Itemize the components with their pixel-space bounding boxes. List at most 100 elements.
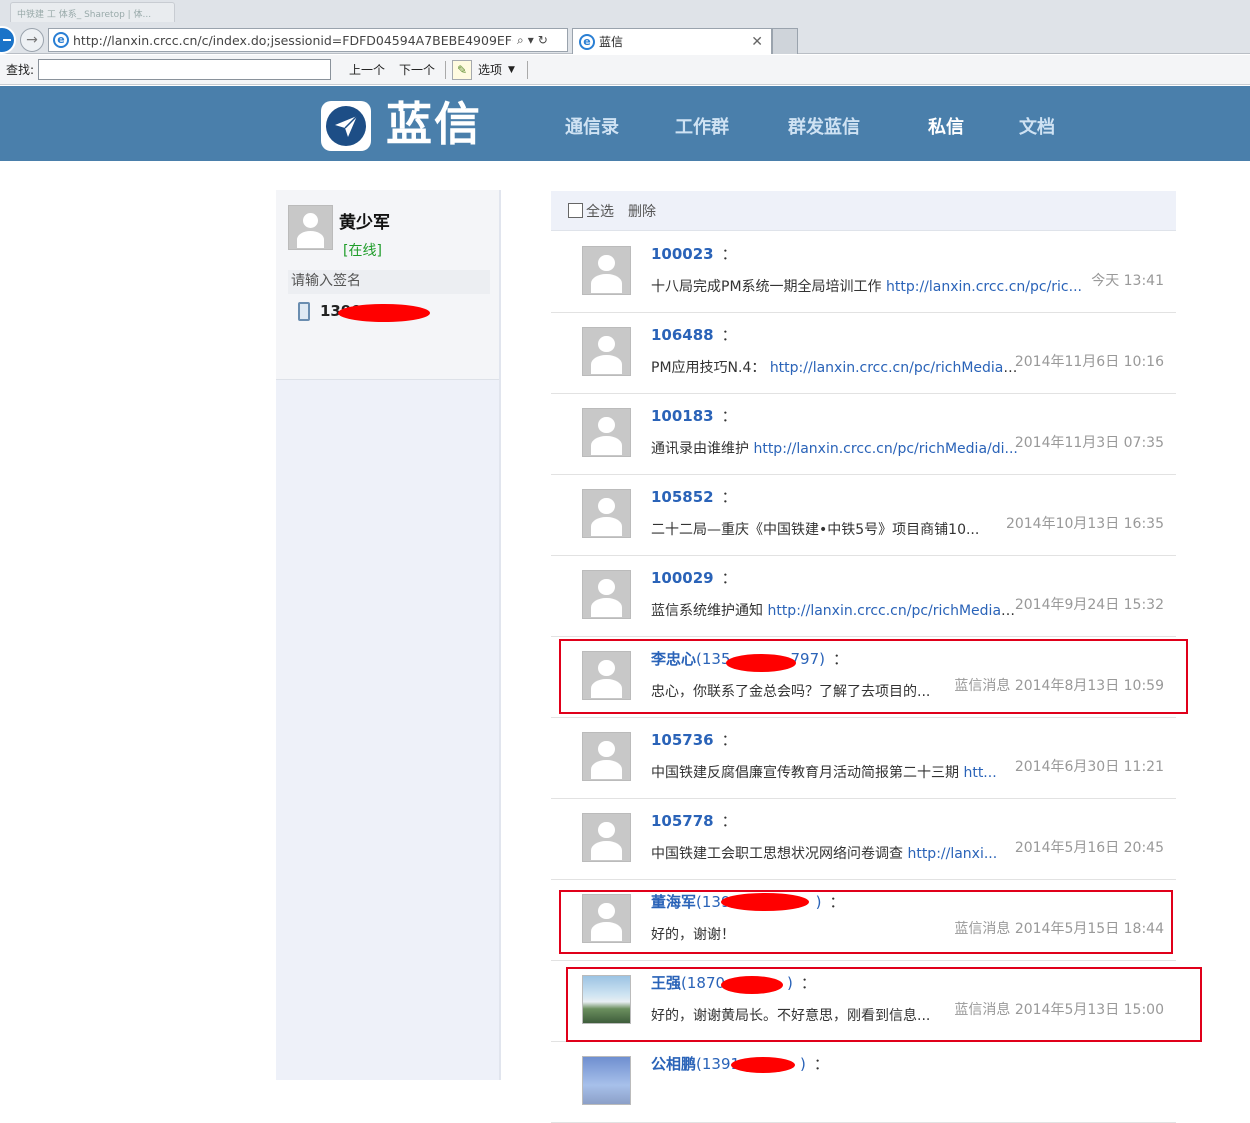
message-row[interactable]: 105852 ： 二十二局—重庆《中国铁建•中铁5号》项目商铺10... 2014… [551, 475, 1176, 556]
message-time: 2014年10月13日 16:35 [1005, 516, 1164, 532]
nav-work-groups[interactable]: 工作群 [675, 86, 729, 161]
colon: ： [721, 326, 737, 344]
sender-avatar[interactable] [582, 327, 631, 376]
message-row[interactable]: 105778 ： 中国铁建工会职工思想状况网络问卷调查 http://lanxi.… [551, 799, 1176, 880]
forward-button[interactable]: → [20, 28, 44, 52]
find-bar: 查找: 上一个 下一个 ✎ 选项 ▼ [0, 55, 1250, 85]
signature-input[interactable]: 请输入签名 [288, 270, 490, 294]
ie-page-icon: e [53, 32, 69, 48]
find-next-button[interactable]: 下一个 [393, 61, 441, 78]
select-all-checkbox[interactable] [568, 203, 583, 218]
tab-label: 蓝信 [599, 35, 624, 49]
colon: ： [721, 569, 737, 587]
user-avatar[interactable] [288, 205, 333, 250]
message-text: 中国铁建工会职工思想状况网络问卷调查 [651, 846, 908, 862]
message-preview[interactable]: 蓝信系统维护通知 http://lanxin.crcc.cn/pc/richMe… [651, 600, 1019, 620]
message-preview[interactable]: 十八局完成PM系统一期全局培训工作 http://lanxin.crcc.cn/… [651, 276, 1091, 296]
colon: ： [721, 488, 737, 506]
browser-toolbar: → e http://lanxin.crcc.cn/c/index.do;jse… [0, 26, 1250, 54]
close-icon[interactable]: ✕ [751, 34, 763, 50]
background-window-tab[interactable]: 中铁建 工 体系_ Sharetop | 体... [10, 2, 175, 22]
highlight-pen-icon[interactable]: ✎ [452, 59, 473, 80]
sender-avatar[interactable] [582, 732, 631, 781]
message-link[interactable]: http://lanxin.crcc.cn/pc/richMedia/... [767, 603, 1019, 619]
sender-name[interactable]: 100023 ： [651, 243, 737, 264]
nav-broadcast[interactable]: 群发蓝信 [788, 86, 860, 161]
sender-name[interactable]: 100029 ： [651, 567, 737, 588]
message-link[interactable]: http://lanxin.crcc.cn/pc/ric... [886, 279, 1082, 295]
colon: ： [813, 1055, 829, 1073]
sender-name[interactable]: 106488 ： [651, 324, 737, 345]
address-bar[interactable]: e http://lanxin.crcc.cn/c/index.do;jsess… [48, 28, 568, 52]
refresh-icon[interactable]: ↻ [538, 33, 548, 47]
sender-label[interactable]: 105736 [651, 731, 714, 749]
new-tab-button[interactable] [772, 28, 798, 54]
options-chevron-down-icon[interactable]: ▼ [508, 65, 515, 75]
back-button[interactable] [0, 26, 16, 54]
message-row[interactable]: 公相鹏(1391)： [551, 1042, 1176, 1123]
sender-name[interactable]: 105778 ： [651, 810, 737, 831]
message-text: 二十二局—重庆《中国铁建•中铁5号》项目商铺10... [651, 522, 980, 538]
redaction-mark [731, 1057, 795, 1073]
colon: ： [721, 245, 737, 263]
message-row[interactable]: 100183 ： 通讯录由谁维护 http://lanxin.crcc.cn/pc… [551, 394, 1176, 475]
mobile-phone-icon [298, 302, 310, 321]
sender-phone-end: ) [800, 1055, 806, 1073]
message-preview[interactable]: 中国铁建工会职工思想状况网络问卷调查 http://lanxi... [651, 843, 1019, 863]
sender-label[interactable]: 100029 [651, 569, 714, 587]
find-prev-button[interactable]: 上一个 [343, 61, 391, 78]
find-options-button[interactable]: 选项 [478, 61, 502, 78]
colon: ： [721, 731, 737, 749]
message-toolbar: 全选 删除 [551, 191, 1176, 231]
highlight-box [559, 890, 1173, 954]
select-all-label[interactable]: 全选 [586, 201, 614, 221]
logo-text: 蓝信 [386, 97, 482, 151]
find-divider [445, 60, 447, 79]
message-time: 今天 13:41 [1091, 273, 1164, 289]
delete-button[interactable]: 删除 [628, 201, 656, 221]
sender-avatar[interactable] [582, 489, 631, 538]
message-preview[interactable]: 通讯录由谁维护 http://lanxin.crcc.cn/pc/richMed… [651, 438, 1019, 458]
search-icon[interactable]: ⌕ [517, 33, 524, 48]
message-text: 通讯录由谁维护 [651, 441, 754, 457]
message-row[interactable]: 105736 ： 中国铁建反腐倡廉宣传教育月活动简报第二十三期 htt... 20… [551, 718, 1176, 799]
message-link[interactable]: http://lanxi... [907, 846, 997, 862]
sender-label[interactable]: 106488 [651, 326, 714, 344]
message-preview[interactable]: 中国铁建反腐倡廉宣传教育月活动简报第二十三期 htt... [651, 762, 1019, 782]
nav-private-messages[interactable]: 私信 [928, 86, 964, 161]
sender-name[interactable]: 105736 ： [651, 729, 737, 750]
address-url[interactable]: http://lanxin.crcc.cn/c/index.do;jsessio… [73, 33, 513, 48]
sender-avatar[interactable] [582, 813, 631, 862]
sender-label[interactable]: 公相鹏 [651, 1055, 696, 1073]
message-text: 十八局完成PM系统一期全局培训工作 [651, 279, 886, 295]
sender-avatar[interactable] [582, 570, 631, 619]
chevron-down-icon[interactable]: ▾ [528, 33, 534, 47]
message-row[interactable]: 106488 ： PM应用技巧N.4： http://lanxin.crcc.cn… [551, 313, 1176, 394]
sender-label[interactable]: 105852 [651, 488, 714, 506]
browser-titlebar: 中铁建 工 体系_ Sharetop | 体... [0, 0, 1250, 26]
message-time: 2014年9月24日 15:32 [1014, 597, 1164, 613]
message-link[interactable]: http://lanxin.crcc.cn/pc/richMedia/di... [753, 441, 1017, 457]
message-preview[interactable]: 二十二局—重庆《中国铁建•中铁5号》项目商铺10... [651, 519, 1001, 539]
sender-name[interactable]: 100183 ： [651, 405, 737, 426]
sender-label[interactable]: 100183 [651, 407, 714, 425]
app-header: 蓝信 通信录 工作群 群发蓝信 私信 文档 [0, 86, 1250, 161]
nav-contacts[interactable]: 通信录 [565, 86, 619, 161]
profile-card: 黄少军 [在线] 请输入签名 139016 [276, 190, 499, 380]
sender-label[interactable]: 100023 [651, 245, 714, 263]
sender-avatar[interactable] [582, 408, 631, 457]
find-input[interactable] [38, 59, 331, 80]
message-link[interactable]: http://lanxin.crcc.cn/pc/richMedia/... [770, 360, 1019, 376]
sender-avatar[interactable] [582, 1056, 631, 1105]
message-row[interactable]: 100023 ： 十八局完成PM系统一期全局培训工作 http://lanxin.… [551, 232, 1176, 313]
sender-name[interactable]: 105852 ： [651, 486, 737, 507]
message-text: 中国铁建反腐倡廉宣传教育月活动简报第二十三期 [651, 765, 964, 781]
highlight-box [559, 639, 1188, 714]
message-preview[interactable]: PM应用技巧N.4： http://lanxin.crcc.cn/pc/rich… [651, 357, 1019, 377]
message-link[interactable]: htt... [963, 765, 996, 781]
sender-label[interactable]: 105778 [651, 812, 714, 830]
nav-documents[interactable]: 文档 [1019, 86, 1055, 161]
message-row[interactable]: 100029 ： 蓝信系统维护通知 http://lanxin.crcc.cn/p… [551, 556, 1176, 637]
sender-avatar[interactable] [582, 246, 631, 295]
tab-lanxin[interactable]: e 蓝信 ✕ [572, 28, 772, 54]
